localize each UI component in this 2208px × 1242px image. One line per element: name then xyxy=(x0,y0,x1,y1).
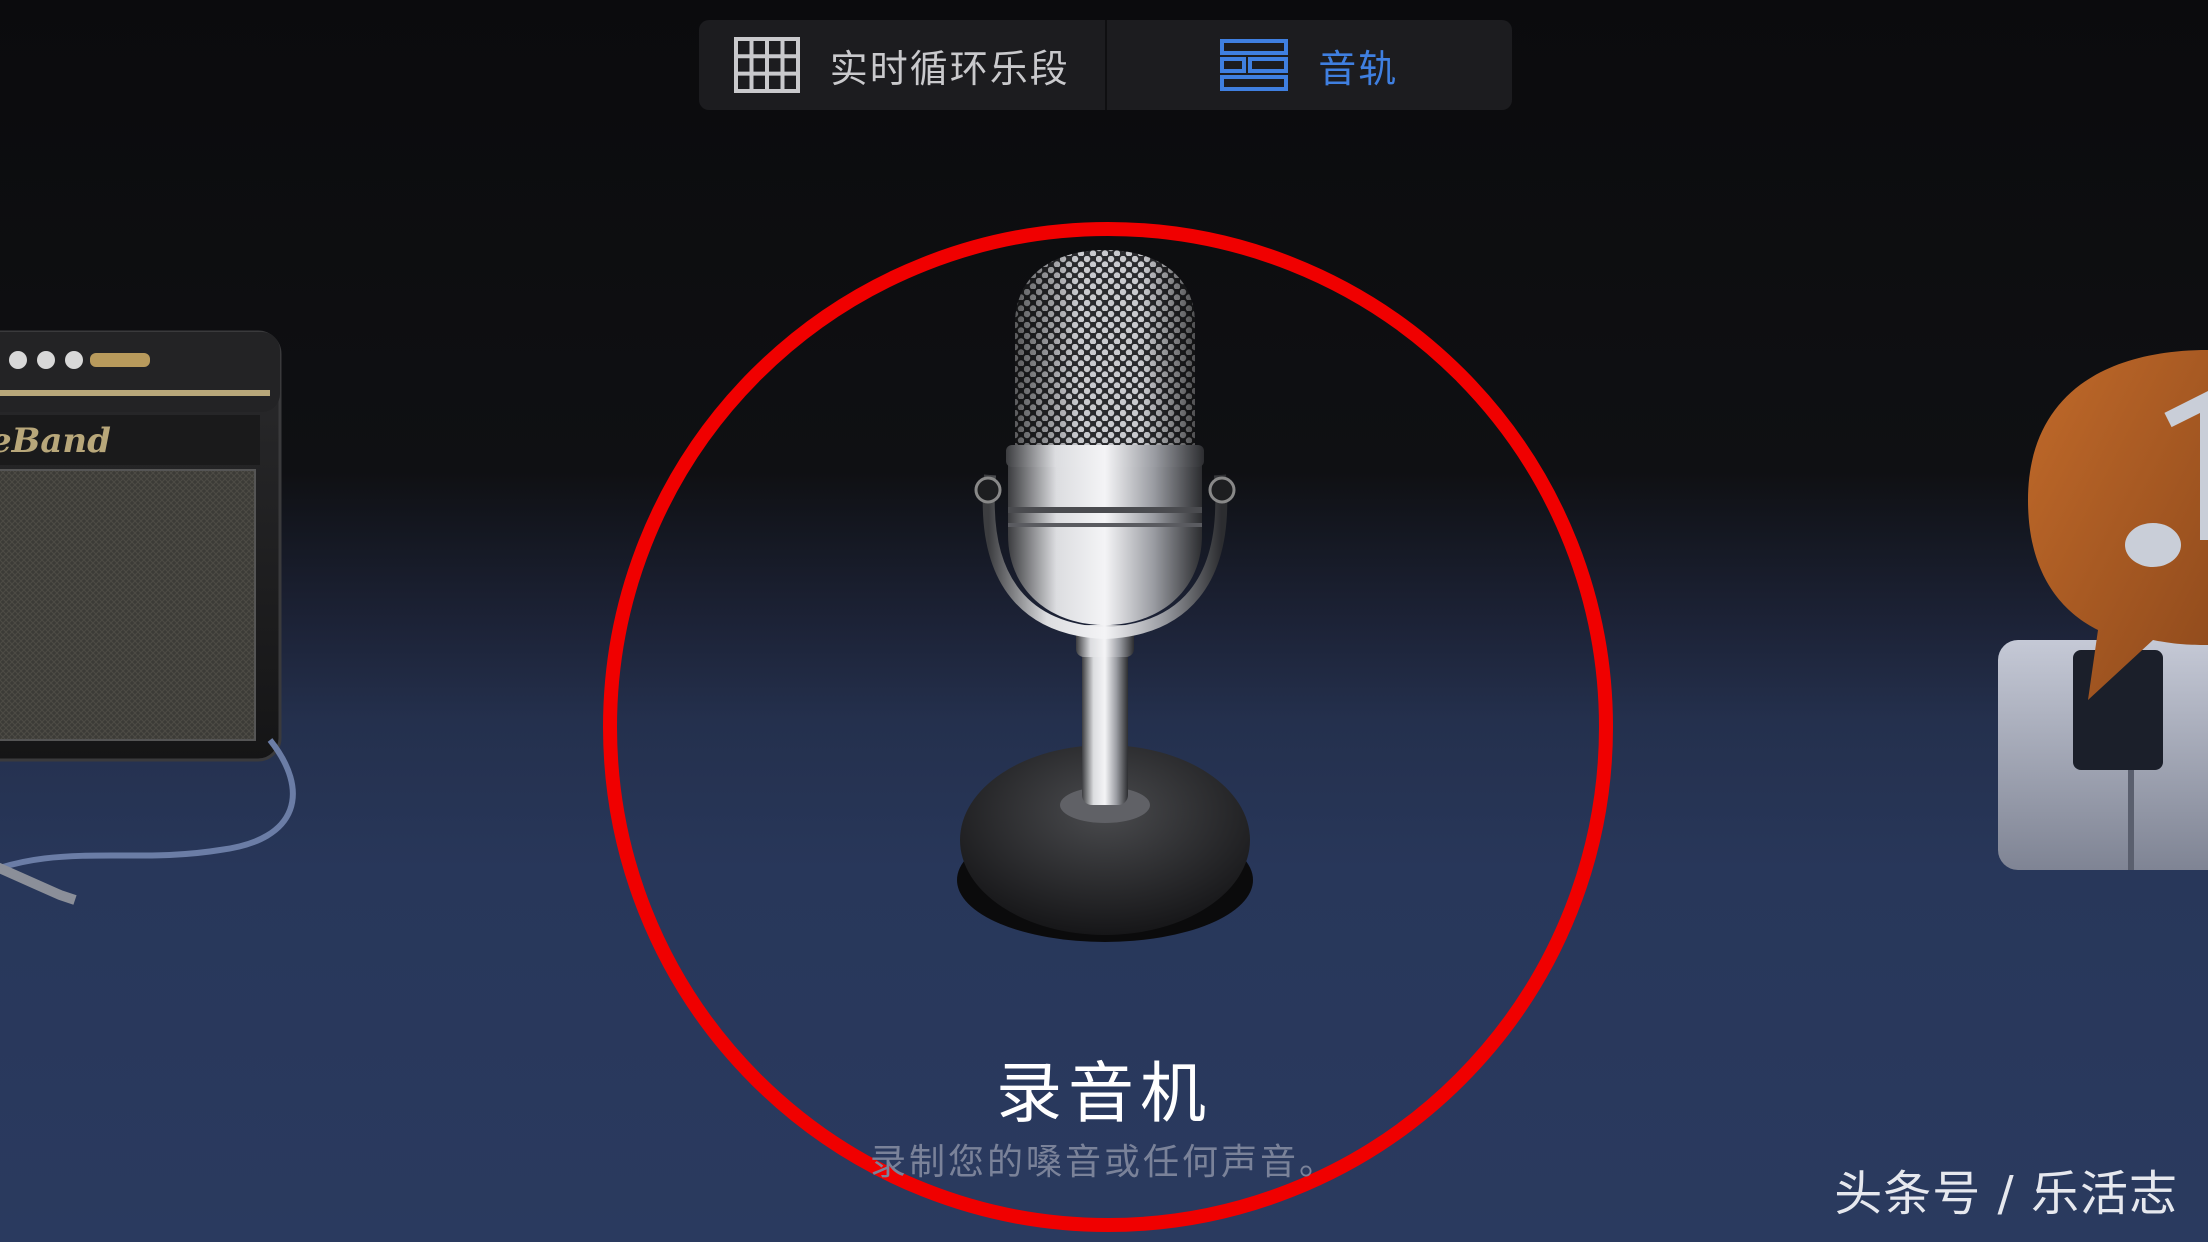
microphone-icon xyxy=(957,250,1253,942)
watermark-text: 头条号 / 乐活志 xyxy=(1834,1166,2178,1222)
view-segmented-control: 实时循环乐段 音轨 xyxy=(699,20,1512,110)
grid-icon xyxy=(733,37,800,93)
amp-icon: eBand xyxy=(0,330,296,905)
keyboard-icon xyxy=(1998,350,2208,870)
tab-tracks-label: 音轨 xyxy=(1318,46,1399,91)
microphone-image[interactable] xyxy=(940,245,1270,959)
instrument-title: 录音机 xyxy=(996,1055,1212,1132)
tab-live-loops-label: 实时循环乐段 xyxy=(829,46,1070,91)
tracks-icon xyxy=(1220,39,1289,91)
keyboard-instrument[interactable] xyxy=(1938,340,2208,904)
amp-logo-text: eBand xyxy=(0,421,111,461)
tab-live-loops[interactable]: 实时循环乐段 xyxy=(699,20,1105,110)
amp-instrument[interactable]: eBand xyxy=(0,320,300,924)
tab-tracks[interactable]: 音轨 xyxy=(1104,20,1513,110)
